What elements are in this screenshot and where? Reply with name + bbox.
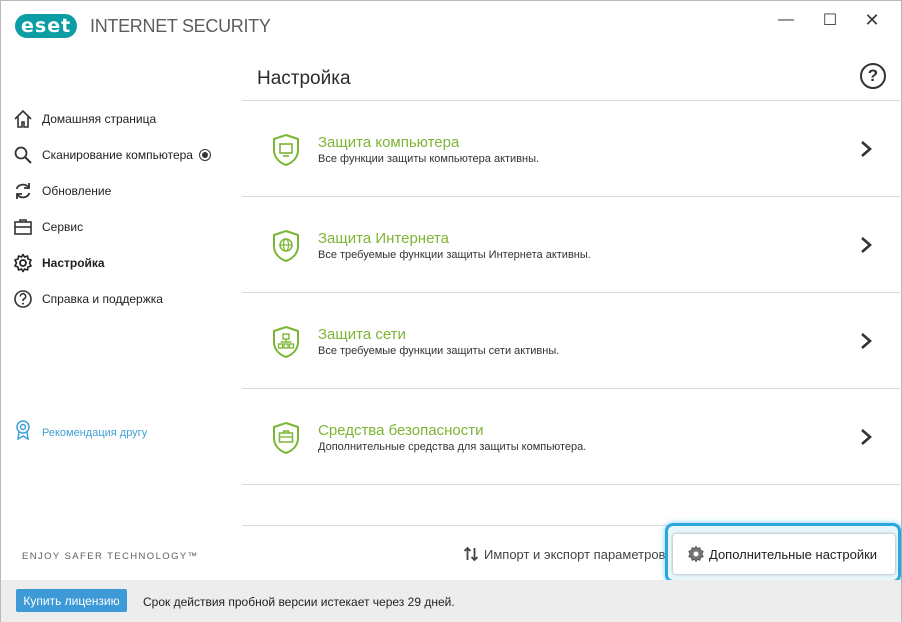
setting-security-tools[interactable]: Средства безопасности Дополнительные сре…: [242, 389, 902, 485]
refresh-icon: [11, 179, 35, 203]
eset-logo: eset: [15, 14, 78, 38]
chevron-right-icon: [861, 237, 872, 253]
setting-network-protection[interactable]: Защита сети Все требуемые функции защиты…: [242, 293, 902, 389]
toolbox-icon: [11, 215, 35, 239]
sidebar-item-scan[interactable]: Сканирование компьютера: [11, 141, 231, 169]
sidebar-item-label: Обновление: [42, 184, 112, 198]
footer-bar: Купить лицензию Срок действия пробной ве…: [1, 580, 901, 622]
page-title: Настройка: [257, 68, 351, 89]
advanced-settings-button[interactable]: Дополнительные настройки: [673, 534, 895, 574]
help-icon: [11, 287, 35, 311]
chevron-right-icon: [861, 333, 872, 349]
setting-computer-protection[interactable]: Защита компьютера Все функции защиты ком…: [242, 101, 902, 197]
sidebar-item-help[interactable]: Справка и поддержка: [11, 285, 231, 313]
refer-friend-link[interactable]: Рекомендация другу: [13, 419, 147, 446]
app-window: eset INTERNET SECURITY — ☐ ✕ Домашняя ст…: [0, 0, 902, 622]
product-name: INTERNET SECURITY: [90, 16, 271, 36]
import-export-label: Импорт и экспорт параметров: [484, 546, 666, 562]
sidebar-item-label: Сервис: [42, 220, 84, 234]
sidebar-item-update[interactable]: Обновление: [11, 177, 231, 205]
sidebar-item-home[interactable]: Домашняя страница: [11, 105, 231, 133]
help-button[interactable]: ?: [860, 63, 886, 89]
sidebar-item-label: Сканирование компьютера: [42, 148, 193, 162]
search-icon: [11, 143, 35, 167]
maximize-button[interactable]: ☐: [815, 9, 845, 31]
import-export-link[interactable]: Импорт и экспорт параметров: [463, 546, 665, 562]
buy-license-button[interactable]: Купить лицензию: [16, 589, 127, 612]
setting-title: Защита компьютера: [318, 134, 460, 151]
minimize-button[interactable]: —: [771, 9, 801, 31]
setting-title: Защита сети: [318, 326, 406, 343]
sidebar: Домашняя страница Сканирование компьютер…: [1, 53, 241, 579]
advanced-settings-label: Дополнительные настройки: [709, 546, 878, 562]
network-shield-icon: [273, 325, 299, 359]
scan-status-indicator: [198, 149, 211, 161]
sidebar-item-setup[interactable]: Настройка: [11, 249, 231, 277]
setting-title: Защита Интернета: [318, 230, 449, 247]
close-button[interactable]: ✕: [857, 9, 887, 31]
setting-description: Все функции защиты компьютера активны.: [318, 153, 540, 165]
chevron-right-icon: [861, 141, 872, 157]
chevron-right-icon: [861, 429, 872, 445]
sidebar-item-label: Справка и поддержка: [42, 292, 163, 306]
gift-icon: [13, 419, 33, 446]
sidebar-item-tools[interactable]: Сервис: [11, 213, 231, 241]
gear-icon: [687, 545, 705, 563]
gear-icon: [11, 251, 35, 275]
setting-internet-protection[interactable]: Защита Интернета Все требуемые функции з…: [242, 197, 902, 293]
refer-friend-label: Рекомендация другу: [42, 426, 148, 439]
import-export-icon: [463, 546, 479, 562]
computer-shield-icon: [273, 133, 299, 167]
toolkit-shield-icon: [273, 421, 299, 455]
setting-description: Все требуемые функции защиты сети активн…: [318, 345, 560, 357]
trial-status-text: Срок действия пробной версии истекает че…: [143, 595, 455, 609]
sidebar-item-label: Настройка: [42, 256, 105, 270]
globe-shield-icon: [273, 229, 299, 263]
home-icon: [11, 107, 35, 131]
setting-description: Дополнительные средства для защиты компь…: [318, 441, 587, 453]
title-bar: eset INTERNET SECURITY — ☐ ✕: [1, 1, 901, 53]
setting-description: Все требуемые функции защиты Интернета а…: [318, 249, 591, 261]
tagline: ENJOY SAFER TECHNOLOGY™: [22, 551, 199, 562]
sidebar-item-label: Домашняя страница: [42, 112, 157, 126]
setting-title: Средства безопасности: [318, 422, 484, 439]
